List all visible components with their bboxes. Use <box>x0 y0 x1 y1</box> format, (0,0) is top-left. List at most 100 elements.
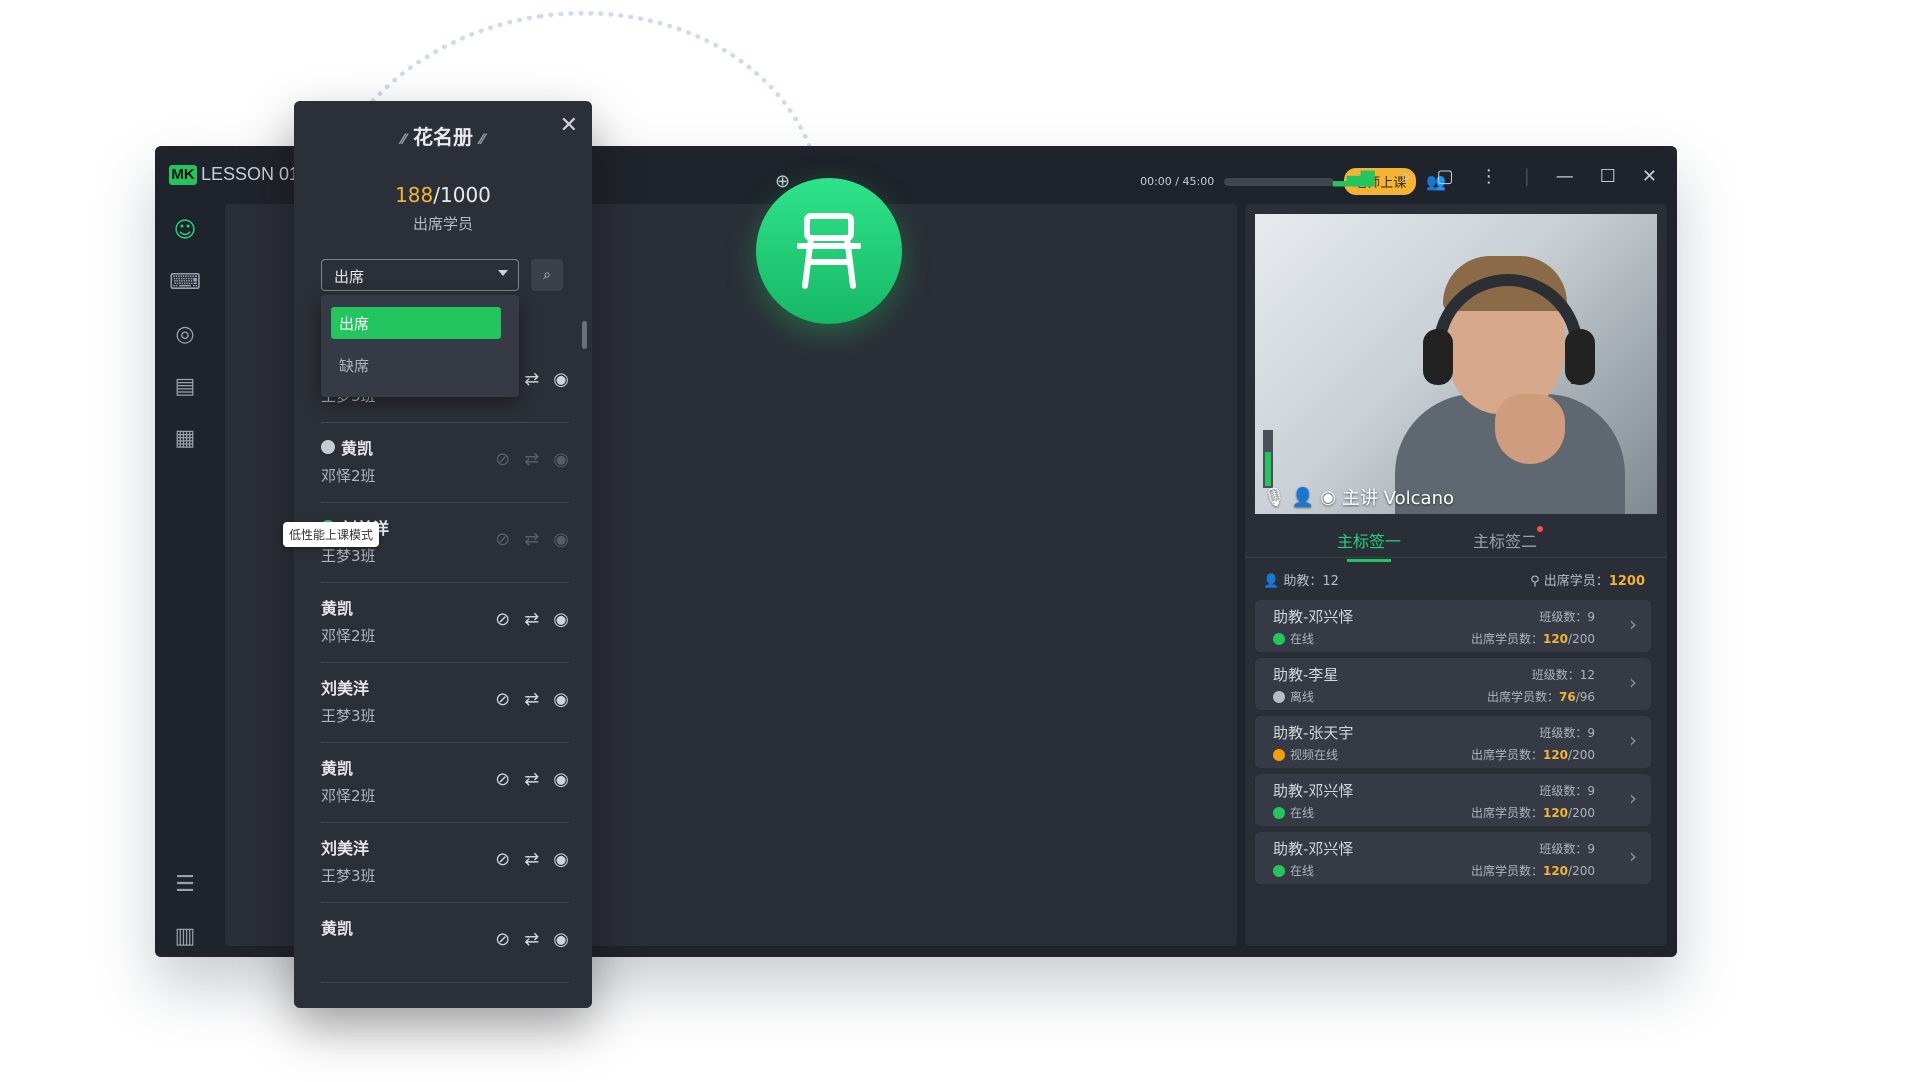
class-timer: 00:00 / 45:00 <box>1140 175 1215 188</box>
no-draw-icon[interactable]: ⊘ <box>495 609 510 630</box>
chevron-right-icon[interactable]: › <box>1629 786 1637 810</box>
mic-invite-icon[interactable]: ⇄ <box>524 769 539 790</box>
stage-invite-icon[interactable]: ◉ <box>553 369 569 390</box>
logo-mark: MK <box>169 164 197 185</box>
student-class: 邓怿2班 <box>321 467 376 485</box>
student-actions: ⊘ ⇄ ◉ <box>495 609 569 630</box>
library-icon[interactable]: ▥ <box>169 920 201 952</box>
student-row[interactable]: 刘美洋王梦3班 ⊘ ⇄ ◉ <box>321 663 569 743</box>
upload-icon[interactable]: ⊕ <box>775 171 790 192</box>
no-draw-icon[interactable]: ⊘ <box>495 849 510 870</box>
student-name: 刘美洋 <box>321 839 370 858</box>
mic-invite-icon[interactable]: ⇄ <box>524 849 539 870</box>
student-actions: ⊘ ⇄ ◉ <box>495 929 569 950</box>
attendance-filter-select[interactable]: 出席 <box>321 259 519 291</box>
stage-invite-icon[interactable]: ◉ <box>553 689 569 710</box>
student-class: 邓怿2班 <box>321 787 376 805</box>
class-count: 班级数：9 <box>1539 726 1595 740</box>
student-row[interactable]: 刘美洋王梦3班 ⊘ ⇄ ◉ <box>321 823 569 903</box>
student-class: 王梦3班 <box>321 707 376 725</box>
stage-invite-icon[interactable]: ◉ <box>553 929 569 950</box>
mic-invite-icon[interactable]: ⇄ <box>524 609 539 630</box>
chevron-right-icon[interactable]: › <box>1629 670 1637 694</box>
student-name: 黄凯 <box>321 759 354 778</box>
roster-panel: ⁄⁄ 花名册 ⁄⁄ ✕ 188/1000 出席学员 出席 ⌕ 出席 缺席 刘美洋… <box>294 101 592 1008</box>
assistant-card[interactable]: 助教-邓兴怿 在线 班级数：9 出席学员数：120/200 › <box>1255 600 1651 652</box>
assistant-card[interactable]: 助教-邓兴怿 在线 班级数：9 出席学员数：120/200 › <box>1255 832 1651 884</box>
student-class: 邓怿2班 <box>321 627 376 645</box>
assistant-status: 在线 <box>1273 804 1314 821</box>
tab-main-1[interactable]: 主标签一 <box>1337 528 1401 562</box>
window-controls: ▂▄▆ ⌕ ▢ ⋮ | — ☐ ✕ <box>1333 166 1657 187</box>
assistant-name: 助教-邓兴怿 <box>1273 782 1354 800</box>
present-count: 出席学员数：76/96 <box>1486 690 1595 704</box>
option-present[interactable]: 出席 <box>331 307 501 339</box>
mic-invite-icon[interactable]: ⇄ <box>524 449 539 470</box>
student-actions: ⊘ ⇄ ◉ <box>495 769 569 790</box>
notes-icon[interactable]: ▤ <box>169 370 201 402</box>
search-button[interactable]: ⌕ <box>531 259 563 291</box>
student-row[interactable]: 黄凯 邓怿2班 ⊘ ⇄ ◉ <box>321 583 569 663</box>
assistant-name: 助教-李星 <box>1273 666 1339 684</box>
mic-invite-icon[interactable]: ⇄ <box>524 529 539 550</box>
student-row[interactable]: 黄凯邓怿2班 ⊘ ⇄ ◉ <box>321 423 569 503</box>
divider: | <box>1523 166 1530 187</box>
student-count: ⚲ 出席学员：1200 <box>1530 574 1645 589</box>
class-count: 班级数：9 <box>1539 610 1595 624</box>
camera-icon[interactable]: ◉ <box>1320 487 1336 508</box>
lesson-title: LESSON 01 <box>201 164 300 184</box>
search-icon: ⌕ <box>543 267 551 283</box>
student-class: 王梦3班 <box>321 867 376 885</box>
no-draw-icon[interactable]: ⊘ <box>495 769 510 790</box>
mic-invite-icon[interactable]: ⇄ <box>524 689 539 710</box>
no-draw-icon[interactable]: ⊘ <box>495 529 510 550</box>
chevron-right-icon[interactable]: › <box>1629 844 1637 868</box>
no-draw-icon[interactable]: ⊘ <box>495 929 510 950</box>
monitor-icon[interactable]: ▢ <box>1437 166 1454 187</box>
class-count: 班级数：9 <box>1539 842 1595 856</box>
student-row[interactable]: 黄凯邓怿2班 ⊘ ⇄ ◉ <box>321 743 569 823</box>
tab-main-2[interactable]: 主标签二 <box>1473 526 1544 552</box>
stage-invite-icon[interactable]: ◉ <box>553 529 569 550</box>
low-performance-tooltip: 低性能上课模式 <box>283 522 380 547</box>
close-icon[interactable]: ✕ <box>1642 166 1657 187</box>
student-row[interactable]: 黄凯 ⊘ ⇄ ◉ <box>321 903 569 983</box>
broadcast-icon[interactable]: ◎ <box>169 318 201 350</box>
assistant-status: 在线 <box>1273 630 1314 647</box>
more-icon[interactable]: ⋮ <box>1480 166 1498 187</box>
roster-icon[interactable]: ☺ <box>169 214 201 246</box>
apps-icon[interactable]: ▦ <box>169 422 201 454</box>
mic-icon[interactable]: 🎙 <box>1263 487 1286 508</box>
search-zoom-icon[interactable]: ⌕ <box>1401 166 1411 187</box>
stage-invite-icon[interactable]: ◉ <box>553 609 569 630</box>
roster-scrollbar[interactable] <box>582 321 587 349</box>
class-progress <box>1224 177 1335 186</box>
notification-dot <box>1537 526 1544 532</box>
assistant-card[interactable]: 助教-张天宇 视频在线 班级数：9 出席学员数：120/200 › <box>1255 716 1651 768</box>
chevron-right-icon[interactable]: › <box>1629 612 1637 636</box>
maximize-icon[interactable]: ☐ <box>1600 166 1616 187</box>
option-absent[interactable]: 缺席 <box>331 349 501 381</box>
decor-left: ⁄⁄ <box>401 132 407 148</box>
roster-title: ⁄⁄ 花名册 ⁄⁄ <box>401 125 485 149</box>
stage-invite-icon[interactable]: ◉ <box>553 449 569 470</box>
stage-invite-icon[interactable]: ◉ <box>553 849 569 870</box>
assistant-card[interactable]: 助教-邓兴怿 在线 班级数：9 出席学员数：120/200 › <box>1255 774 1651 826</box>
assistant-name: 助教-邓兴怿 <box>1273 608 1354 626</box>
mic-invite-icon[interactable]: ⇄ <box>524 929 539 950</box>
mic-invite-icon[interactable]: ⇄ <box>524 369 539 390</box>
stage-invite-icon[interactable]: ◉ <box>553 769 569 790</box>
minimize-icon[interactable]: — <box>1556 166 1574 187</box>
right-panel: 🎙 👤 ◉ 主讲 Volcano 主标签一 主标签二 👤 助教：12 ⚲ 出席学… <box>1245 204 1667 946</box>
roster-close-icon[interactable]: ✕ <box>560 113 578 138</box>
status-dot-icon <box>1273 690 1285 703</box>
student-name: 黄凯 <box>321 435 373 459</box>
no-draw-icon[interactable]: ⊘ <box>495 449 510 470</box>
student-icon: ⚲ <box>1530 574 1540 589</box>
text-icon[interactable]: ⌨ <box>169 266 201 298</box>
assistant-card[interactable]: 助教-李星 离线 班级数：12 出席学员数：76/96 › <box>1255 658 1651 710</box>
chevron-right-icon[interactable]: › <box>1629 728 1637 752</box>
assistant-status: 视频在线 <box>1273 746 1338 763</box>
list-icon[interactable]: ☰ <box>169 868 201 900</box>
no-draw-icon[interactable]: ⊘ <box>495 689 510 710</box>
